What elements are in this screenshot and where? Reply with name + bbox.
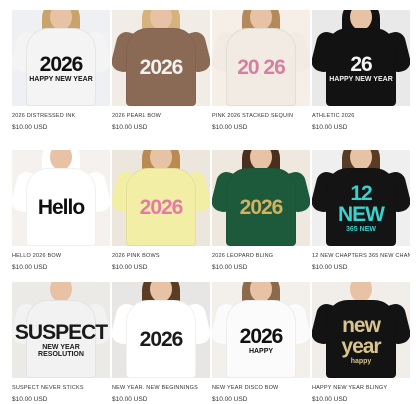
graphic-text-sub: happy [350,358,372,365]
product-card[interactable]: 2026 NEW YEAR. NEW BEGINNINGS $10.00 USD [112,282,210,403]
product-image[interactable]: 12 NEW 365 NEW [312,150,410,246]
shirt-graphic: new year happy [326,314,396,365]
product-image[interactable]: 20 26 [212,10,310,106]
product-price: $10.00 USD [312,264,348,271]
product-title[interactable]: ATHLETIC 2026 [312,113,410,119]
graphic-text-main: 2026 [139,328,184,351]
product-price: $10.00 USD [212,124,248,131]
product-grid: 2026 HAPPY NEW YEAR 2026 DISTRESSED INK $10… [0,0,416,404]
product-title[interactable]: 2026 DISTRESSED INK [12,113,110,119]
product-title[interactable]: NEW YEAR DISCO BOW [212,385,310,391]
product-price: $10.00 USD [112,264,148,271]
product-image[interactable]: 2026 [112,10,210,106]
product-card[interactable]: new year happy HAPPY NEW YEAR BLINGY $10.00… [312,282,410,403]
shirt-graphic: 2026 [226,184,296,232]
product-price: $10.00 USD [312,124,348,131]
product-image[interactable]: Hello [12,150,110,246]
product-card[interactable]: SUSPECT NEW YEAR RESOLUTION SUSPECT NEVER … [12,282,110,403]
graphic-text-main: 2026 [239,196,284,219]
shirt-graphic: 2026 [126,316,196,364]
product-title[interactable]: 12 NEW CHAPTERS 365 NEW CHANCES [312,253,410,259]
product-price: $10.00 USD [112,396,148,403]
graphic-text-main: new year [341,314,381,358]
product-title[interactable]: 2026 PINK BOWS [112,253,210,259]
product-card[interactable]: 2026 2026 PINK BOWS $10.00 USD [112,150,210,271]
product-card[interactable]: 20 26 PINK 2026 STACKED SEQUIN $10.00 USD [212,10,310,131]
product-image[interactable]: 26 HAPPY NEW YEAR [312,10,410,106]
product-card[interactable]: 2026 HAPPY NEW YEAR DISCO BOW $10.00 USD [212,282,310,403]
product-price: $10.00 USD [212,396,248,403]
graphic-text-sub: HAPPY NEW YEAR [329,75,393,83]
graphic-text-main: 26 [350,52,372,76]
graphic-text-main: SUSPECT [14,321,108,344]
graphic-text-sub: HAPPY [248,347,274,355]
graphic-text-sub: 365 NEW [346,226,376,233]
product-image[interactable]: 2026 [212,150,310,246]
product-card[interactable]: 2026 2026 PEARL BOW $10.00 USD [112,10,210,131]
product-title[interactable]: HAPPY NEW YEAR BLINGY [312,385,410,391]
graphic-text-main: 2026 [139,196,184,219]
shirt-graphic: 12 NEW 365 NEW [326,182,396,233]
product-title[interactable]: 2026 PEARL BOW [112,113,210,119]
product-card[interactable]: 26 HAPPY NEW YEAR ATHLETIC 2026 $10.00 USD [312,10,410,131]
product-image[interactable]: 2026 [112,282,210,378]
product-price: $10.00 USD [212,264,248,271]
product-card[interactable]: 2026 2026 LEOPARD BLING $10.00 USD [212,150,310,271]
product-title[interactable]: 2026 LEOPARD BLING [212,253,310,259]
graphic-text-main: 2026 [239,324,284,348]
product-price: $10.00 USD [12,124,48,131]
product-card[interactable]: 12 NEW 365 NEW 12 NEW CHAPTERS 365 NEW CHA… [312,150,410,271]
shirt-graphic: 20 26 [226,44,296,92]
graphic-text-main: 2026 [139,56,184,79]
product-image[interactable]: new year happy [312,282,410,378]
graphic-text-main: 12 NEW [338,182,385,226]
shirt-graphic: Hello [26,184,96,232]
shirt-graphic: 2026 HAPPY NEW YEAR [26,44,96,92]
product-price: $10.00 USD [312,396,348,403]
product-price: $10.00 USD [112,124,148,131]
product-price: $10.00 USD [12,264,48,271]
product-card[interactable]: Hello HELLO 2026 BOW $10.00 USD [12,150,110,271]
shirt-graphic: 2026 [126,44,196,92]
graphic-text-main: 20 26 [237,56,286,79]
graphic-text-sub: HAPPY NEW YEAR [29,75,93,83]
product-card[interactable]: 2026 HAPPY NEW YEAR 2026 DISTRESSED INK $10… [12,10,110,131]
graphic-text-main: Hello [37,196,85,219]
graphic-text-sub: NEW YEAR RESOLUTION [38,344,84,358]
shirt-graphic: 2026 HAPPY [226,316,296,364]
product-title[interactable]: SUSPECT NEVER STICKS [12,385,110,391]
graphic-text-main: 2026 [39,52,84,76]
product-image[interactable]: SUSPECT NEW YEAR RESOLUTION [12,282,110,378]
shirt-graphic: 2026 [126,184,196,232]
shirt-graphic: 26 HAPPY NEW YEAR [326,44,396,92]
shirt-graphic: SUSPECT NEW YEAR RESOLUTION [15,316,108,364]
product-image[interactable]: 2026 HAPPY NEW YEAR [12,10,110,106]
product-title[interactable]: PINK 2026 STACKED SEQUIN [212,113,310,119]
product-image[interactable]: 2026 [112,150,210,246]
product-price: $10.00 USD [12,396,48,403]
product-title[interactable]: NEW YEAR. NEW BEGINNINGS [112,385,210,391]
product-image[interactable]: 2026 HAPPY [212,282,310,378]
product-title[interactable]: HELLO 2026 BOW [12,253,110,259]
